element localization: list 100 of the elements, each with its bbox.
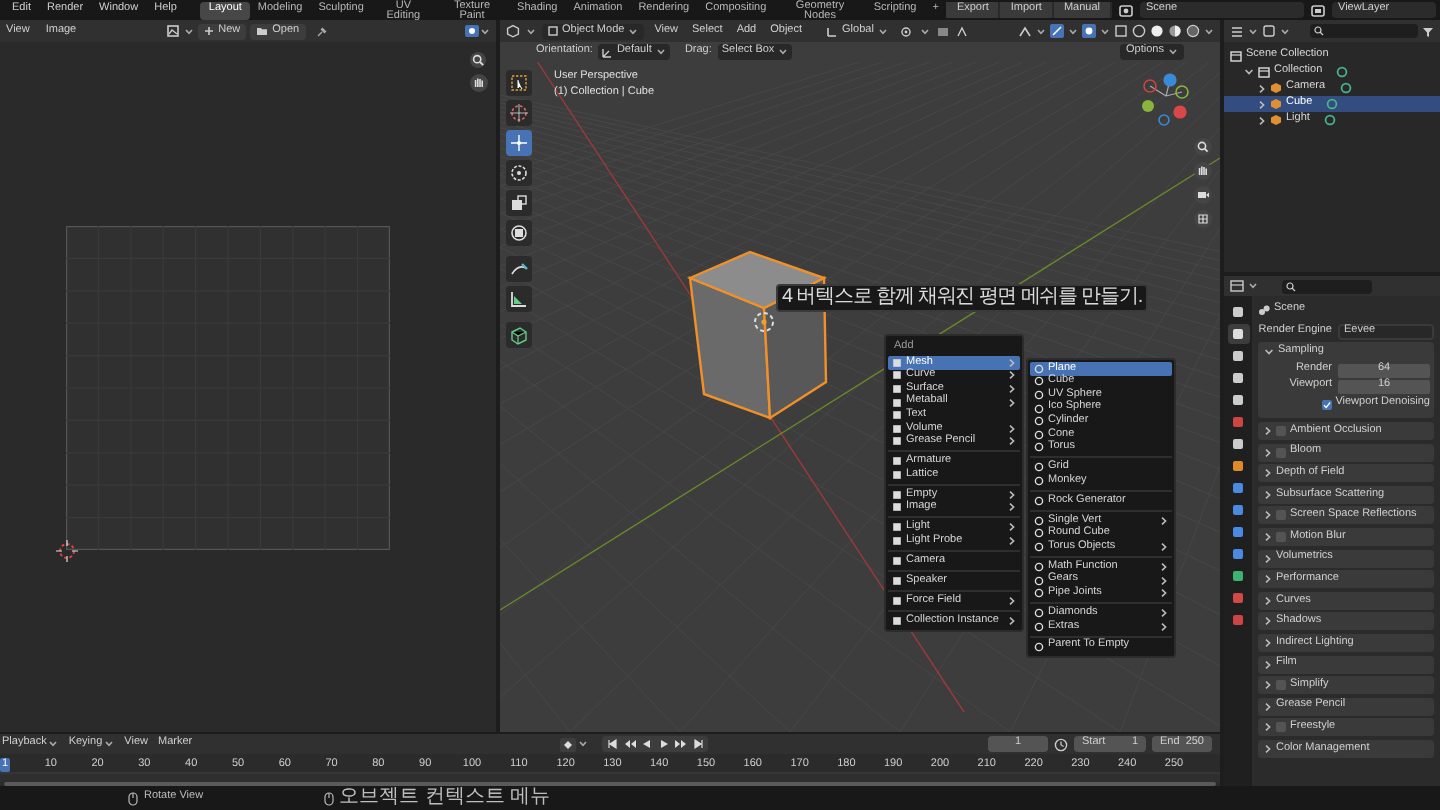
tool-button[interactable] xyxy=(506,322,532,348)
wireframe-sphere-icon xyxy=(1132,24,1146,38)
checkbox[interactable] xyxy=(1276,722,1286,733)
rotate-icon xyxy=(508,162,530,184)
crosshair-icon xyxy=(508,102,530,124)
checkbox[interactable] xyxy=(1321,399,1332,409)
caret-icon xyxy=(184,27,195,35)
layers-icon xyxy=(1310,3,1326,17)
chevron-right-icon xyxy=(1160,515,1168,526)
square-icon xyxy=(1232,613,1244,626)
square-icon xyxy=(1232,459,1244,472)
properties-tab[interactable] xyxy=(1227,434,1249,453)
skip-forward-icon xyxy=(691,738,705,750)
properties-tab[interactable] xyxy=(1227,390,1249,409)
square-icon xyxy=(892,575,902,586)
previous-keyframe-icon xyxy=(623,738,637,750)
image-icon xyxy=(166,24,181,38)
list-icon xyxy=(1230,25,1244,37)
material-sphere-icon xyxy=(1168,24,1182,38)
square-icon xyxy=(892,595,902,606)
box-icon xyxy=(1258,66,1270,78)
status-text: 오브젝트 컨텍스트 메뉴 xyxy=(339,788,551,808)
zoom-icon xyxy=(1194,138,1212,156)
checkbox[interactable] xyxy=(1276,510,1286,521)
caret-icon xyxy=(877,27,888,35)
scene-icon xyxy=(1258,304,1270,316)
search-field[interactable] xyxy=(1282,279,1372,293)
tool-button[interactable] xyxy=(506,286,532,312)
caret-icon xyxy=(1036,27,1046,35)
axes-icon xyxy=(602,47,613,57)
square-icon xyxy=(1232,305,1244,318)
select-box-icon xyxy=(508,72,530,94)
chevron-down-icon xyxy=(1244,68,1254,76)
editor-type-icon xyxy=(1230,280,1244,292)
square-icon xyxy=(892,615,902,626)
cube-add-icon xyxy=(508,324,530,346)
render-sphere-icon xyxy=(1186,24,1200,38)
gizmo-icon xyxy=(1018,25,1032,37)
axes-icon xyxy=(826,25,839,37)
cube-icon xyxy=(506,24,520,38)
caret-icon xyxy=(628,27,639,35)
caret-icon xyxy=(655,48,666,56)
checkbox[interactable] xyxy=(1276,531,1286,542)
caret-icon xyxy=(48,740,59,748)
caret-icon xyxy=(1204,27,1214,35)
caret-icon xyxy=(578,740,589,748)
square-icon xyxy=(1232,591,1244,604)
caret-icon xyxy=(778,48,789,56)
search-icon xyxy=(1286,281,1296,291)
caret-icon xyxy=(919,27,930,35)
square-icon xyxy=(1232,349,1244,362)
tool-button[interactable] xyxy=(506,220,532,246)
transform-icon xyxy=(508,222,530,244)
xray-icon xyxy=(1114,24,1128,38)
caret-icon xyxy=(1068,27,1078,35)
move-icon xyxy=(508,132,530,154)
properties-tab[interactable] xyxy=(1227,456,1249,475)
tool-button[interactable] xyxy=(506,70,532,96)
circle-icon xyxy=(1034,495,1044,506)
checkbox[interactable] xyxy=(1276,426,1286,436)
caret-icon xyxy=(1100,27,1110,35)
hand-icon xyxy=(470,74,488,92)
box-icon xyxy=(1230,50,1242,62)
solid-sphere-icon xyxy=(1150,24,1164,38)
chevron-down-icon xyxy=(1264,348,1274,356)
properties-tab[interactable] xyxy=(1227,302,1249,321)
checkbox[interactable] xyxy=(1276,680,1286,691)
search-field[interactable] xyxy=(1310,24,1418,38)
tool-button[interactable] xyxy=(506,256,532,282)
square-icon xyxy=(1232,481,1244,494)
tooltip: 4 버텍스로 함께 채워진 평면 메쉬를 만들기. xyxy=(776,284,1149,312)
play-icon xyxy=(657,738,671,750)
properties-tab[interactable] xyxy=(1227,368,1249,387)
skip-back-icon xyxy=(606,738,620,750)
pencil-icon xyxy=(508,258,530,280)
properties-tab[interactable] xyxy=(1227,346,1249,365)
filter-icon xyxy=(1422,25,1434,37)
display-mode-icon xyxy=(1262,24,1276,38)
tool-button[interactable] xyxy=(506,160,532,186)
scene-icon xyxy=(1118,3,1134,17)
square-icon xyxy=(1232,525,1244,538)
caret-icon xyxy=(480,27,490,35)
search-icon xyxy=(1314,26,1324,36)
pivot-icon xyxy=(899,25,914,37)
grid-icon xyxy=(1194,210,1212,228)
properties-tab[interactable] xyxy=(1227,324,1249,343)
scrollbar[interactable] xyxy=(4,782,1216,786)
hand-icon xyxy=(1194,162,1212,180)
caret-icon xyxy=(1280,27,1290,35)
tool-button[interactable] xyxy=(506,190,532,216)
checkbox[interactable] xyxy=(1276,447,1286,458)
square-icon xyxy=(1232,547,1244,560)
square-icon xyxy=(548,26,558,36)
properties-tab[interactable] xyxy=(1227,566,1249,585)
square-icon xyxy=(1232,569,1244,582)
square-icon xyxy=(892,522,902,533)
caret-icon xyxy=(1248,282,1258,290)
zoom-icon xyxy=(470,52,488,70)
caret-icon xyxy=(526,27,536,35)
play-reverse-icon xyxy=(640,738,654,750)
